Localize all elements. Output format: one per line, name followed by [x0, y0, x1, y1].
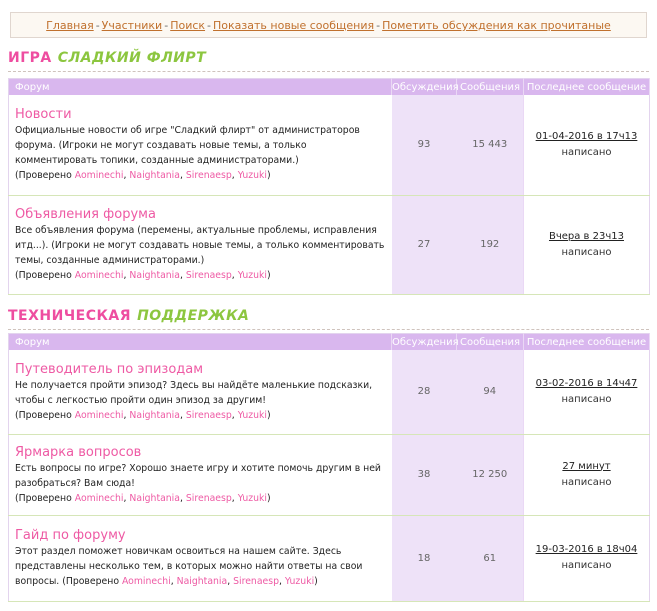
header-topics: Обсуждения: [391, 333, 459, 350]
forum-description: Не получается пройти эпизод? Здесь вы на…: [15, 379, 373, 406]
post-count: 15 443: [456, 95, 524, 196]
nav-separator: -: [164, 19, 169, 32]
last-message-author: написано: [561, 246, 612, 258]
category-title-word2: Сладкий флирт: [57, 50, 207, 66]
topic-count: 93: [391, 95, 457, 196]
moderator-link[interactable]: Sirenaesp: [186, 170, 232, 181]
post-count: 61: [456, 515, 524, 602]
last-message-link[interactable]: 19-03-2016 в 18ч04: [524, 542, 649, 558]
moderator-link[interactable]: Sirenaesp: [186, 270, 232, 281]
last-message-link[interactable]: 27 минут: [524, 459, 649, 475]
last-message-link[interactable]: Вчера в 23ч13: [524, 229, 649, 245]
moderator-link[interactable]: Sirenaesp: [233, 576, 279, 587]
forum-description: Официальные новости об игре "Сладкий фли…: [15, 125, 360, 167]
topic-count: 18: [391, 515, 457, 602]
header-posts: Сообщения: [456, 78, 524, 95]
forum-info: Путеводитель по эпизодам Не получается п…: [8, 350, 392, 435]
forum-description: Есть вопросы по игре? Хорошо знаете игру…: [15, 462, 381, 489]
moderator-link[interactable]: Naightania: [129, 270, 180, 281]
forum-description: Все объявления форума (перемены, актуаль…: [15, 225, 385, 266]
header-last-message: Последнее сообщение: [523, 333, 650, 350]
moderator-link[interactable]: Naightania: [177, 576, 228, 587]
nav-separator: -: [95, 19, 100, 32]
moderator-link[interactable]: Aominechi: [122, 576, 171, 587]
moderator-link[interactable]: Aominechi: [75, 410, 124, 421]
last-message-author: написано: [561, 146, 612, 158]
category-title-game: Игра Сладкий флирт: [8, 47, 206, 69]
forum-row: Новости Официальные новости об игре "Сла…: [8, 95, 650, 196]
forum-row: Объявления форума Все объявления форума …: [8, 195, 650, 295]
forum-row: Путеводитель по эпизодам Не получается п…: [8, 350, 650, 435]
forum-title-link[interactable]: Путеводитель по эпизодам: [15, 361, 386, 378]
topic-count: 28: [391, 350, 457, 435]
header-forum: Форум: [8, 78, 392, 95]
moderator-link[interactable]: Yuzuki: [285, 576, 314, 587]
forum-table-support: Форум Обсуждения Сообщения Последнее соо…: [8, 333, 650, 602]
category-title-word1: Игра: [8, 50, 52, 66]
forum-moderators: (Проверено Aominechi, Naightania, Sirena…: [15, 409, 271, 421]
moderator-link[interactable]: Sirenaesp: [186, 493, 232, 504]
category-title-word2: поддержка: [137, 308, 250, 324]
moderator-link[interactable]: Sirenaesp: [186, 410, 232, 421]
category-title-word1: Техническая: [8, 308, 132, 324]
forum-info: Ярмарка вопросов Есть вопросы по игре? Х…: [8, 434, 392, 516]
header-last-message: Последнее сообщение: [523, 78, 650, 95]
category-title-support: Техническая поддержка: [8, 305, 249, 327]
forum-table-game: Форум Обсуждения Сообщения Последнее соо…: [8, 78, 650, 295]
topic-count: 38: [391, 434, 457, 516]
forum-title-link[interactable]: Гайд по форуму: [15, 527, 386, 544]
header-topics: Обсуждения: [391, 78, 459, 95]
forum-info: Объявления форума Все объявления форума …: [8, 195, 392, 295]
nav-link-home[interactable]: Главная: [46, 19, 94, 32]
forum-moderators: (Проверено Aominechi, Naightania, Sirena…: [15, 270, 271, 281]
nav-link-members[interactable]: Участники: [102, 19, 163, 32]
forum-title-link[interactable]: Объявления форума: [15, 206, 386, 223]
table-header-row: Форум Обсуждения Сообщения Последнее соо…: [8, 333, 650, 350]
nav-link-mark-read[interactable]: Пометить обсуждения как прочитаные: [382, 19, 611, 32]
forum-title-link[interactable]: Ярмарка вопросов: [15, 444, 386, 461]
moderator-link[interactable]: Naightania: [129, 493, 180, 504]
category-divider: [8, 329, 649, 330]
forum-info: Новости Официальные новости об игре "Сла…: [8, 95, 392, 196]
moderator-link[interactable]: Aominechi: [75, 170, 124, 181]
post-count: 94: [456, 350, 524, 435]
last-message: 03-02-2016 в 14ч47 написано: [523, 350, 650, 435]
forum-info: Гайд по форуму Этот раздел поможет нович…: [8, 515, 392, 602]
last-message-link[interactable]: 01-04-2016 в 17ч13: [524, 129, 649, 145]
nav-link-new-messages[interactable]: Показать новые сообщения: [213, 19, 374, 32]
nav-link-search[interactable]: Поиск: [170, 19, 205, 32]
forum-title-link[interactable]: Новости: [15, 106, 386, 123]
forum-row: Гайд по форуму Этот раздел поможет нович…: [8, 515, 650, 602]
topic-count: 27: [391, 195, 457, 295]
last-message: 27 минут написано: [523, 434, 650, 516]
nav-separator: -: [207, 19, 212, 32]
last-message-author: написано: [561, 476, 612, 488]
last-message-author: написано: [561, 393, 612, 405]
header-posts: Сообщения: [456, 333, 524, 350]
forum-moderators: (Проверено Aominechi, Naightania, Sirena…: [15, 492, 271, 504]
post-count: 12 250: [456, 434, 524, 516]
nav-separator: -: [376, 19, 381, 32]
moderator-link[interactable]: Aominechi: [75, 493, 124, 504]
top-navigation: Главная - Участники - Поиск - Показать новые с…: [10, 12, 647, 38]
moderator-link[interactable]: Yuzuki: [238, 170, 267, 181]
forum-moderators: (Проверено Aominechi, Naightania, Sirena…: [15, 170, 271, 182]
moderator-link[interactable]: Naightania: [129, 410, 180, 421]
forum-row: Ярмарка вопросов Есть вопросы по игре? Х…: [8, 434, 650, 516]
last-message-author: написано: [561, 560, 612, 571]
last-message-link[interactable]: 03-02-2016 в 14ч47: [524, 376, 649, 392]
moderator-link[interactable]: Yuzuki: [238, 410, 267, 421]
moderator-link[interactable]: Yuzuki: [238, 493, 267, 504]
category-divider: [8, 71, 649, 72]
last-message: 01-04-2016 в 17ч13 написано: [523, 95, 650, 196]
moderator-link[interactable]: Yuzuki: [238, 270, 267, 281]
forum-description-with-moderators: Этот раздел поможет новичкам освоиться н…: [15, 546, 363, 587]
post-count: 192: [456, 195, 524, 295]
header-forum: Форум: [8, 333, 392, 350]
moderator-link[interactable]: Naightania: [129, 170, 180, 181]
table-header-row: Форум Обсуждения Сообщения Последнее соо…: [8, 78, 650, 95]
last-message: Вчера в 23ч13 написано: [523, 195, 650, 295]
last-message: 19-03-2016 в 18ч04 написано: [523, 515, 650, 602]
moderator-link[interactable]: Aominechi: [75, 270, 124, 281]
